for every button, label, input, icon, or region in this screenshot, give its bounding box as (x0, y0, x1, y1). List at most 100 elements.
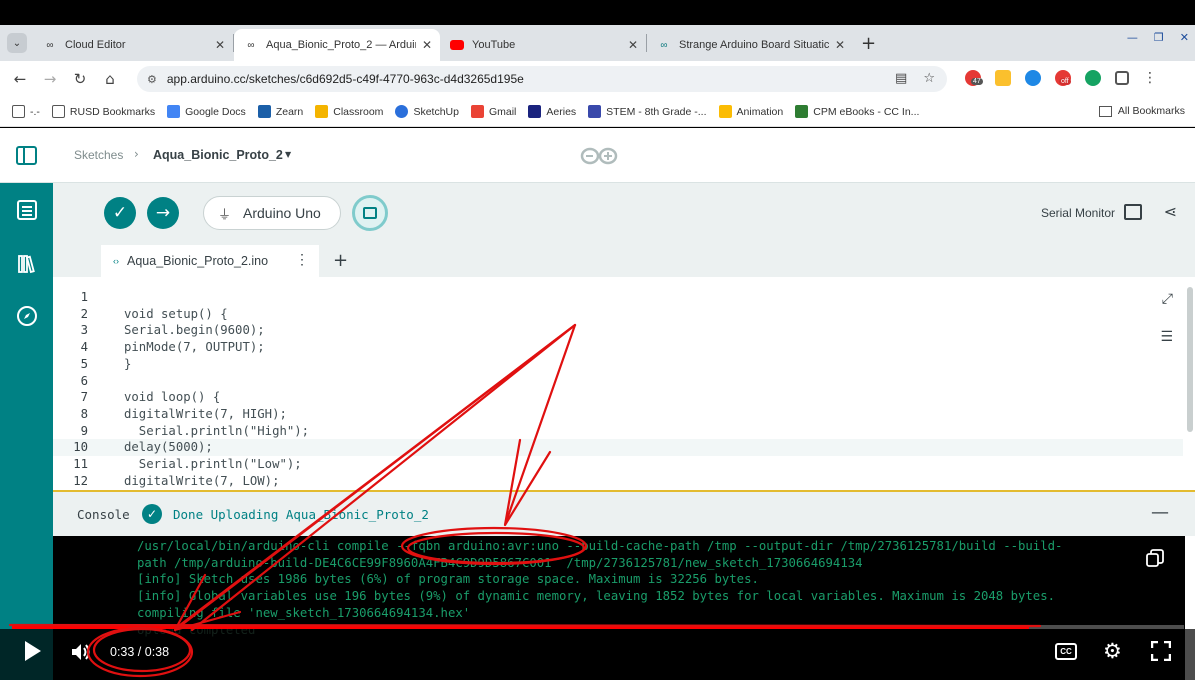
bookmark-item[interactable]: CPM eBooks - CC In... (795, 105, 919, 118)
browser-tab[interactable]: ∞ Strange Arduino Board Situatic ✕ (647, 29, 853, 61)
close-icon[interactable]: ✕ (422, 38, 432, 52)
close-icon[interactable]: ✕ (1180, 31, 1189, 44)
code-line[interactable]: 12 digitalWrite(7, LOW); (53, 473, 1183, 490)
settings-gear-icon[interactable]: ⚙ (1103, 639, 1122, 663)
code-text[interactable]: pinMode(7, OUTPUT); (124, 339, 265, 356)
bookmark-star-icon[interactable]: ☆ (923, 71, 935, 86)
code-line[interactable]: 10 delay(5000); (53, 439, 1183, 456)
forward-icon[interactable]: → (40, 70, 60, 88)
bookmark-item[interactable]: STEM - 8th Grade -... (588, 105, 707, 118)
code-text[interactable]: digitalWrite(7, HIGH); (124, 406, 287, 423)
extension-icon[interactable]: 47 (965, 70, 983, 86)
browser-tab[interactable]: ∞ Cloud Editor ✕ (33, 29, 233, 61)
address-bar[interactable]: ⚙ app.arduino.cc/sketches/c6d692d5-c49f-… (137, 66, 947, 92)
console-title: Console (77, 507, 130, 522)
caret-down-icon[interactable]: ▼ (285, 150, 291, 159)
minimize-console-icon[interactable]: — (1151, 502, 1169, 523)
code-line[interactable]: 5} (53, 356, 1183, 373)
captions-button[interactable]: CC (1055, 643, 1077, 660)
folder-icon (1098, 105, 1112, 117)
bookmark-item[interactable]: Zearn (257, 105, 303, 118)
code-text[interactable]: void loop() { (124, 389, 220, 406)
console-line: path /tmp/arduino-build-DE4C6CE99F8960A4… (137, 555, 863, 570)
code-line[interactable]: 4 pinMode(7, OUTPUT); (53, 339, 1183, 356)
minimize-icon[interactable]: — (1127, 31, 1138, 44)
bookmark-item[interactable]: SketchUp (395, 105, 459, 118)
upload-button[interactable]: → (147, 197, 179, 229)
home-icon[interactable]: ⌂ (100, 70, 120, 88)
close-icon[interactable]: ✕ (835, 38, 845, 52)
sketchup-icon (395, 105, 409, 118)
code-line[interactable]: 9 Serial.println("High"); (53, 423, 1183, 440)
code-editor[interactable]: ⤢ ☰ 1 2 void setup() {3 Serial.begin(9600);… (53, 277, 1195, 490)
site-info-icon[interactable]: ⚙ (147, 73, 157, 86)
clipboard-icon[interactable]: ▤ (895, 71, 907, 86)
video-time: 0:33 / 0:38 (110, 645, 170, 659)
code-text[interactable]: void setup() { (124, 306, 228, 323)
left-sidebar (0, 183, 53, 680)
browser-tab-active[interactable]: ∞ Aqua_Bionic_Proto_2 — Arduin ✕ (234, 29, 440, 61)
new-tab-button[interactable]: + (861, 33, 876, 54)
more-options-icon[interactable]: ⋮ (295, 251, 309, 268)
board-selector[interactable]: ⏚ Arduino Uno (203, 196, 341, 230)
bookmark-item[interactable]: Gmail (470, 105, 516, 118)
sketch-title[interactable]: Aqua_Bionic_Proto_2 (153, 148, 283, 162)
bookmark-item[interactable]: Animation (718, 105, 783, 118)
code-text[interactable]: Serial.println("High"); (124, 423, 309, 440)
grammarly-icon[interactable] (1085, 70, 1101, 86)
close-icon[interactable]: ✕ (628, 38, 638, 52)
code-text[interactable]: } (124, 356, 131, 373)
editor-scrollbar[interactable] (1187, 287, 1193, 432)
extensions-puzzle-icon[interactable] (1115, 71, 1129, 85)
tab-search-button[interactable]: ⌄ (7, 33, 27, 53)
code-text[interactable]: Serial.println("Low"); (124, 456, 302, 473)
copy-icon[interactable] (1145, 548, 1165, 568)
volume-icon[interactable] (70, 642, 92, 662)
sketch-info-button[interactable] (352, 195, 388, 231)
bookmark-item[interactable]: RUSD Bookmarks (51, 105, 155, 118)
serial-monitor-icon[interactable] (1124, 204, 1142, 220)
play-icon[interactable] (25, 641, 41, 661)
back-icon[interactable]: ← (10, 70, 30, 88)
serial-monitor-button[interactable]: Serial Monitor (1041, 206, 1115, 220)
code-line[interactable]: 6 (53, 373, 1183, 390)
classroom-icon (315, 105, 329, 118)
reload-icon[interactable]: ↻ (70, 70, 90, 88)
verify-button[interactable]: ✓ (104, 197, 136, 229)
file-tab[interactable]: ‹› Aqua_Bionic_Proto_2.ino ⋮ (101, 245, 319, 277)
code-line[interactable]: 1 (53, 289, 1183, 306)
extension-icon[interactable]: off (1055, 70, 1071, 86)
close-icon[interactable]: ✕ (215, 38, 225, 52)
bookmark-item[interactable]: -.- (12, 105, 40, 118)
fullscreen-icon[interactable] (1151, 641, 1171, 661)
more-menu-icon[interactable]: ⋮ (1143, 71, 1157, 85)
line-number: 3 (80, 323, 88, 338)
libraries-icon[interactable] (14, 251, 39, 276)
breadcrumb-sketches[interactable]: Sketches (74, 148, 123, 162)
restore-icon[interactable]: ❐ (1154, 31, 1164, 44)
url-text[interactable]: app.arduino.cc/sketches/c6d692d5-c49f-47… (167, 72, 524, 86)
share-icon[interactable]: ⋖ (1164, 202, 1177, 221)
browser-tab[interactable]: YouTube ✕ (440, 29, 646, 61)
bookmark-item[interactable]: Aeries (528, 105, 576, 118)
code-line[interactable]: 11 Serial.println("Low"); (53, 456, 1183, 473)
code-line[interactable]: 8 digitalWrite(7, HIGH); (53, 406, 1183, 423)
code-text[interactable]: delay(5000); (124, 439, 213, 456)
extension-icon[interactable] (1025, 70, 1041, 86)
bookmark-item[interactable]: Google Docs (167, 105, 246, 118)
sidebar-toggle-icon[interactable] (16, 146, 37, 165)
code-line[interactable]: 3 Serial.begin(9600); (53, 322, 1183, 339)
bookmark-item[interactable]: Classroom (315, 105, 383, 118)
code-text[interactable]: digitalWrite(7, LOW); (124, 473, 279, 490)
line-number: 10 (73, 440, 88, 455)
check-icon: ✓ (112, 203, 128, 223)
zearn-icon (257, 105, 271, 118)
keep-icon[interactable] (995, 70, 1011, 86)
add-file-button[interactable]: + (333, 250, 348, 271)
code-text[interactable]: Serial.begin(9600); (124, 322, 265, 339)
sketchbook-icon[interactable] (14, 197, 39, 222)
code-line[interactable]: 7 void loop() { (53, 389, 1183, 406)
all-bookmarks[interactable]: All Bookmarks (1098, 105, 1185, 117)
reference-compass-icon[interactable] (14, 303, 39, 328)
code-line[interactable]: 2 void setup() { (53, 306, 1183, 323)
